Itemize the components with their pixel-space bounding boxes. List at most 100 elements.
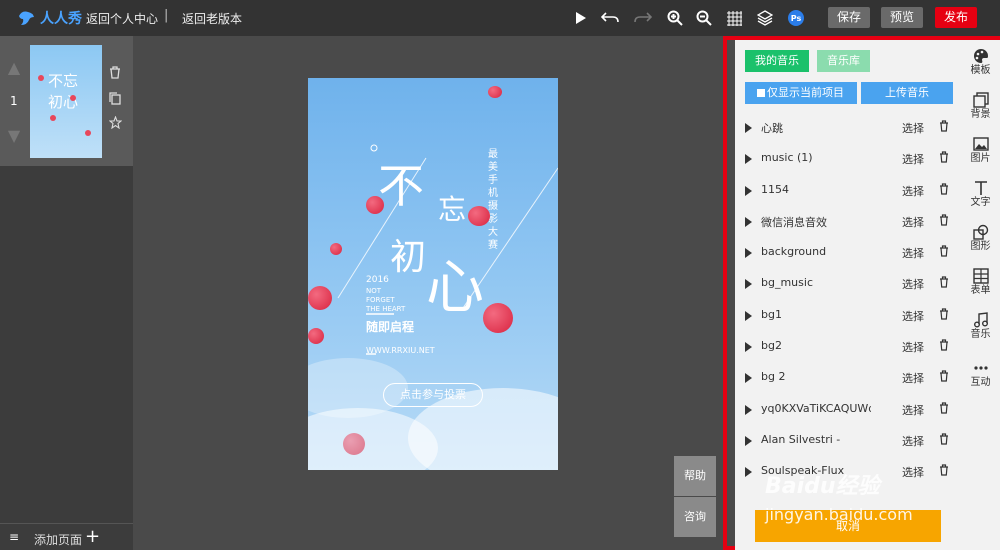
select-track-button[interactable]: 选择 [902, 151, 924, 167]
track-row[interactable]: 心跳 选择 [735, 118, 961, 149]
select-track-button[interactable]: 选择 [902, 214, 924, 230]
star-icon[interactable] [107, 115, 123, 130]
track-row[interactable]: music (1) 选择 [735, 149, 961, 180]
track-name: yq0KXVaTiKCAQUWq [761, 401, 871, 415]
undo-icon[interactable] [600, 8, 620, 28]
upload-music-button[interactable]: 上传音乐 [861, 82, 953, 104]
trash-icon[interactable] [939, 151, 949, 163]
petal [308, 286, 332, 310]
trash-icon[interactable] [939, 120, 949, 132]
select-track-button[interactable]: 选择 [902, 183, 924, 199]
consult-button[interactable]: 咨询 [674, 497, 716, 537]
checkbox-icon[interactable] [757, 89, 765, 97]
select-track-button[interactable]: 选择 [902, 120, 924, 136]
trash-icon[interactable] [939, 182, 949, 195]
logo[interactable]: 人人秀 [16, 6, 82, 30]
move-up-arrow-icon[interactable]: ▲ [6, 58, 22, 77]
zoom-out-icon[interactable] [694, 8, 714, 28]
add-page-plus-icon[interactable]: + [85, 526, 100, 547]
select-track-button[interactable]: 选择 [902, 402, 924, 418]
poster-url: WWW.RRXIU.NET [366, 346, 435, 355]
nav-item-interaction[interactable]: 互动 [961, 356, 1000, 400]
play-track-icon[interactable] [745, 310, 752, 321]
track-row[interactable]: bg_music 选择 [735, 274, 961, 305]
only-current-project-checkbox[interactable]: 仅显示当前项目 [745, 82, 857, 104]
track-row[interactable]: bg1 选择 [735, 306, 961, 337]
trash-icon[interactable] [939, 402, 949, 414]
grid-icon[interactable] [724, 8, 744, 28]
track-row[interactable]: 1154 选择 [735, 181, 961, 212]
trash-icon[interactable] [939, 433, 949, 445]
nav-item-music[interactable]: 音乐 [961, 308, 1000, 352]
add-page-button[interactable]: 添加页面 [34, 531, 82, 548]
page-thumbnail-entry[interactable]: ▲ 1 ▼ 不忘 初心 [0, 36, 133, 166]
play-icon[interactable] [570, 8, 590, 28]
play-track-icon[interactable] [745, 185, 752, 196]
nav-item-form[interactable]: 表单 [961, 264, 1000, 308]
tab-my-music[interactable]: 我的音乐 [745, 50, 809, 72]
thumbnail-petal [38, 75, 44, 81]
trash-icon[interactable] [939, 370, 949, 382]
select-track-button[interactable]: 选择 [902, 276, 924, 292]
trash-icon[interactable] [939, 214, 949, 226]
pages-panel: ▲ 1 ▼ 不忘 初心 ≡ 添加页面 + [0, 36, 133, 550]
more-icon [973, 366, 988, 370]
track-name: 微信消息音效 [761, 215, 827, 229]
track-row[interactable]: Alan Silvestri - 选择 [735, 431, 961, 462]
select-track-button[interactable]: 选择 [902, 370, 924, 386]
photoshop-icon[interactable]: Ps [788, 10, 804, 26]
save-button[interactable]: 保存 [828, 7, 871, 28]
zoom-in-icon[interactable] [665, 8, 685, 28]
select-track-button[interactable]: 选择 [902, 245, 924, 261]
back-to-user-center-link[interactable]: 返回个人中心 [86, 10, 158, 27]
vote-cta-button[interactable]: 点击参与投票 [383, 383, 483, 407]
nav-label: 图形 [970, 241, 991, 252]
play-track-icon[interactable] [745, 154, 752, 165]
back-to-old-version-link[interactable]: 返回老版本 [182, 10, 242, 27]
thumbnail-petal [70, 95, 76, 101]
track-row[interactable]: bg2 选择 [735, 337, 961, 368]
play-track-icon[interactable] [745, 435, 752, 446]
page-thumbnail[interactable]: 不忘 初心 [30, 45, 102, 158]
trash-icon[interactable] [939, 308, 949, 320]
select-track-button[interactable]: 选择 [902, 308, 924, 324]
trash-icon[interactable] [939, 339, 949, 351]
select-track-button[interactable]: 选择 [902, 433, 924, 449]
track-row[interactable]: bg 2 选择 [735, 368, 961, 399]
poster-canvas[interactable]: 不 忘 初 心 最美手机摄影大赛 2016 NOT FORGET THE HEA… [308, 78, 558, 470]
select-track-button[interactable]: 选择 [902, 339, 924, 355]
play-track-icon[interactable] [745, 248, 752, 259]
play-track-icon[interactable] [745, 404, 752, 415]
track-name: 心跳 [761, 122, 783, 135]
nav-item-text[interactable]: 文字 [961, 176, 1000, 220]
redo-icon[interactable] [633, 8, 653, 28]
move-down-arrow-icon[interactable]: ▼ [6, 126, 22, 145]
copy-page-icon[interactable] [108, 92, 122, 106]
play-track-icon[interactable] [745, 467, 752, 478]
preview-button[interactable]: 预览 [881, 7, 924, 28]
nav-item-background[interactable]: 背景 [961, 88, 1000, 132]
delete-page-icon[interactable] [108, 66, 122, 80]
play-track-icon[interactable] [745, 342, 752, 353]
nav-item-image[interactable]: 图片 [961, 132, 1000, 176]
trash-icon[interactable] [939, 276, 949, 289]
play-track-icon[interactable] [745, 216, 752, 227]
play-track-icon[interactable] [745, 123, 752, 133]
publish-button[interactable]: 发布 [935, 7, 978, 28]
palette-icon [973, 49, 988, 63]
select-track-button[interactable]: 选择 [902, 464, 924, 480]
track-row[interactable]: yq0KXVaTiKCAQUWq 选择 [735, 400, 961, 431]
nav-item-template[interactable]: 模板 [961, 44, 1000, 88]
play-track-icon[interactable] [745, 279, 752, 290]
trash-icon[interactable] [939, 464, 949, 476]
layers-icon[interactable] [755, 8, 775, 28]
petal [483, 303, 513, 333]
trash-icon[interactable] [939, 245, 949, 257]
nav-item-shape[interactable]: 图形 [961, 220, 1000, 264]
track-row[interactable]: 微信消息音效 选择 [735, 212, 961, 243]
help-button[interactable]: 帮助 [674, 456, 716, 496]
play-track-icon[interactable] [745, 373, 752, 384]
track-row[interactable]: background 选择 [735, 243, 961, 274]
menu-icon[interactable]: ≡ [9, 530, 19, 544]
tab-music-library[interactable]: 音乐库 [817, 50, 870, 72]
